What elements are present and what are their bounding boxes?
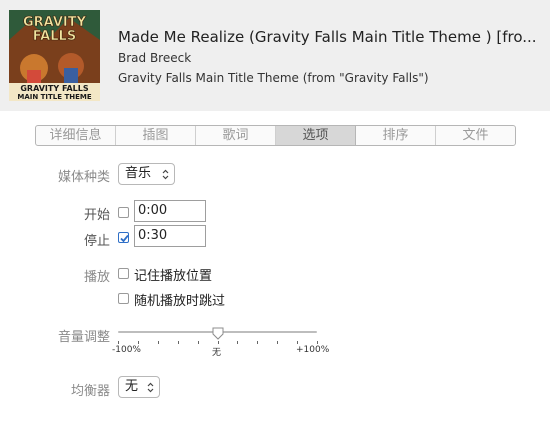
- volume-tick: [277, 341, 278, 344]
- album-name: Gravity Falls Main Title Theme (from "Gr…: [118, 71, 429, 85]
- checkmark-icon: [120, 234, 129, 243]
- volume-tick: [317, 341, 318, 344]
- volume-mid-label: 无: [212, 348, 222, 358]
- volume-tick: [218, 341, 219, 344]
- up-down-chevron-icon: [162, 164, 169, 184]
- start-checkbox[interactable]: [118, 207, 129, 218]
- volume-min-label: -100%: [112, 345, 141, 355]
- artwork-title-line1: GRAVITY: [23, 15, 87, 30]
- track-header: GRAVITY FALLS GRAVITY FALLS MAIN TITLE T…: [0, 0, 550, 111]
- tab-sorting[interactable]: 排序: [356, 126, 436, 145]
- equalizer-label: 均衡器: [70, 384, 110, 399]
- remember-position-checkbox[interactable]: [118, 268, 129, 279]
- volume-tick: [118, 341, 119, 344]
- album-artwork: GRAVITY FALLS GRAVITY FALLS MAIN TITLE T…: [9, 10, 100, 101]
- equalizer-value: 无: [125, 379, 139, 394]
- volume-slider-knob[interactable]: [212, 325, 224, 340]
- stop-time-field[interactable]: 0:30: [134, 225, 206, 247]
- volume-tick: [158, 341, 159, 344]
- tab-artwork[interactable]: 插图: [116, 126, 196, 145]
- media-kind-value: 音乐: [125, 166, 152, 181]
- stop-label: 停止: [83, 234, 110, 249]
- playback-label: 播放: [83, 270, 110, 285]
- artwork-caption-line1: GRAVITY FALLS: [20, 84, 89, 93]
- tab-file[interactable]: 文件: [436, 126, 515, 145]
- volume-tick: [138, 341, 139, 344]
- artwork-title-line2: FALLS: [33, 29, 76, 44]
- volume-tick: [297, 341, 298, 344]
- skip-when-shuffling-checkbox[interactable]: [118, 293, 129, 304]
- equalizer-select[interactable]: 无: [118, 376, 160, 398]
- tab-details[interactable]: 详细信息: [36, 126, 116, 145]
- skip-when-shuffling-label: 随机播放时跳过: [134, 294, 226, 309]
- up-down-chevron-icon: [147, 377, 154, 397]
- volume-tick: [237, 341, 238, 344]
- tab-options[interactable]: 选项: [276, 126, 356, 145]
- volume-tick: [257, 341, 258, 344]
- media-kind-select[interactable]: 音乐: [118, 163, 175, 185]
- info-tab-bar: 详细信息 插图 歌词 选项 排序 文件: [35, 125, 516, 146]
- volume-adjust-label: 音量调整: [57, 330, 110, 345]
- song-title: Made Me Realize (Gravity Falls Main Titl…: [118, 28, 537, 46]
- remember-position-label: 记住播放位置: [134, 269, 213, 284]
- media-kind-label: 媒体种类: [57, 170, 110, 185]
- volume-tick: [198, 341, 199, 344]
- stop-checkbox[interactable]: [118, 232, 129, 243]
- volume-max-label: +100%: [296, 345, 330, 355]
- artwork-caption-line2: MAIN TITLE THEME: [17, 93, 91, 101]
- volume-tick: [178, 341, 179, 344]
- start-label: 开始: [83, 208, 110, 223]
- artist-name: Brad Breeck: [118, 51, 192, 65]
- start-time-field[interactable]: 0:00: [134, 200, 206, 222]
- tab-lyrics[interactable]: 歌词: [196, 126, 276, 145]
